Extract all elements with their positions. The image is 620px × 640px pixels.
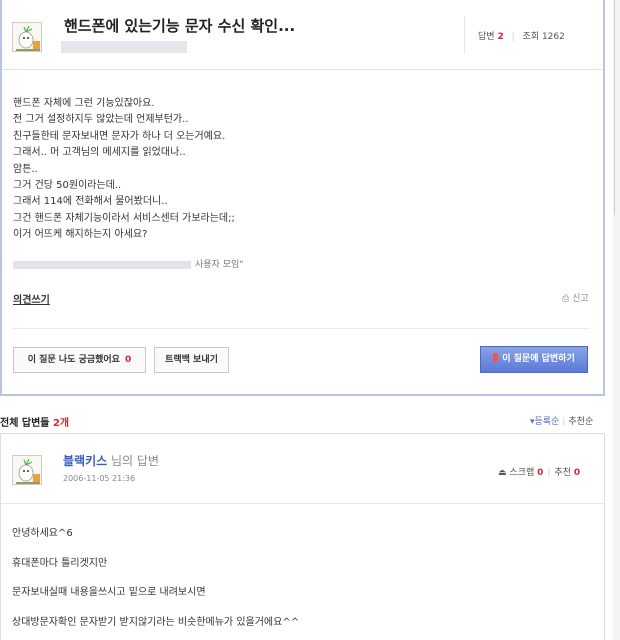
source-suffix: 사용자 모임" bbox=[195, 260, 244, 270]
actions-separator: | bbox=[547, 468, 551, 478]
scrap-button[interactable]: ⏏ 스크랩 0 bbox=[498, 468, 543, 478]
question-line: 그래서 114에 전화해서 물어봤더니.. bbox=[13, 196, 168, 208]
question-category-blurred bbox=[61, 41, 187, 53]
question-line: 암튼.. bbox=[13, 163, 38, 175]
answers-heading: 전체 답변들 2개 bbox=[0, 414, 69, 429]
answer-line: 문자보내실때 내용을쓰시고 밑으로 내려보시면 bbox=[12, 587, 206, 598]
answers-heading-label: 전체 답변들 bbox=[0, 418, 50, 429]
recommend-count: 0 bbox=[573, 468, 581, 478]
curious-count: 0 bbox=[124, 355, 132, 365]
question-line: 그래서.. 머 고객님의 메세지를 읽었대나.. bbox=[13, 147, 186, 159]
curious-too-button[interactable]: 이 질문 나도 궁금했어요 0 bbox=[13, 347, 146, 373]
stats-divider bbox=[464, 16, 465, 54]
recommend-button[interactable]: 추천 0 bbox=[554, 468, 580, 478]
scrap-count: 0 bbox=[537, 468, 544, 478]
question-source: 사용자 모임" bbox=[13, 257, 243, 270]
answers-heading-count: 2개 bbox=[52, 418, 70, 429]
write-opinion-link[interactable]: 의견쓰기 bbox=[13, 291, 50, 306]
answer-button-label: 이 질문에 답변하기 bbox=[502, 354, 575, 364]
scrap-label: 스크랩 bbox=[509, 468, 535, 478]
question-line: 핸드폰 자체에 그런 기능있잖아요. bbox=[13, 98, 155, 109]
answer-date: 2006-11-05 21:36 bbox=[63, 474, 136, 483]
question-body: 핸드폰 자체에 그런 기능있잖아요. 전 그거 설정하지두 않았는데 언제부턴가… bbox=[13, 96, 235, 244]
recommend-label: 추천 bbox=[554, 468, 571, 478]
question-header: 핸드폰에 있는기능 문자 수신 확인... 답변 2 | 조회 1262 bbox=[2, 0, 603, 70]
answer-divider bbox=[1, 503, 604, 504]
question-line: 그거 건당 50원이라는데.. bbox=[13, 180, 122, 192]
question-line: 전 그거 설정하지두 않았는데 언제부턴가.. bbox=[13, 114, 189, 126]
sort-by-recommendation[interactable]: 추천순 bbox=[568, 417, 593, 427]
question-divider bbox=[13, 328, 590, 329]
report-label: 신고 bbox=[572, 294, 589, 304]
answer-line: 상대방문자확인 문자받기 받지않기라는 비슷한메뉴가 있을거에요^^ bbox=[12, 616, 300, 628]
trackback-label: 트랙백 보내기 bbox=[165, 355, 218, 365]
answer-author[interactable]: 블랙키스 bbox=[63, 454, 107, 468]
answer-author-suffix: 님의 답변 bbox=[111, 454, 159, 468]
question-line: 이거 어뜨케 해지하는지 아세요? bbox=[13, 229, 148, 241]
answer-line: 안녕하세요^6 bbox=[12, 528, 73, 539]
answer-line: 휴대폰마다 틀리겟지만 bbox=[12, 557, 108, 569]
pencil-icon bbox=[493, 353, 499, 362]
views-label: 조회 bbox=[522, 32, 540, 42]
right-sidebar-edge bbox=[613, 0, 620, 640]
answer-question-button[interactable]: 이 질문에 답변하기 bbox=[480, 346, 588, 373]
answer-author-line: 블랙키스 님의 답변 bbox=[63, 452, 159, 469]
answers-label: 답변 bbox=[478, 32, 495, 42]
question-line: 그건 핸드폰 자체기능이라서 서비스센터 가보라는데;; bbox=[13, 212, 235, 224]
sort-separator: | bbox=[562, 417, 566, 427]
cartoon-character-icon bbox=[12, 22, 42, 52]
curious-label: 이 질문 나도 궁금했어요 bbox=[27, 355, 120, 365]
stats-separator: | bbox=[511, 32, 515, 42]
scrap-icon: ⏏ bbox=[498, 468, 507, 478]
question-line: 친구들한테 문자보내면 문자가 하나 더 오는거예요. bbox=[13, 130, 226, 142]
source-blurred bbox=[13, 260, 191, 269]
question-panel: 핸드폰에 있는기능 문자 수신 확인... 답변 2 | 조회 1262 핸드폰… bbox=[0, 0, 605, 396]
send-trackback-button[interactable]: 트랙백 보내기 bbox=[154, 347, 229, 373]
answer-body: 안녕하세요^6 휴대폰마다 틀리겟지만 문자보내실때 내용을쓰시고 밑으로 내려… bbox=[12, 524, 299, 640]
report-link[interactable]: ⎙ 신고 bbox=[562, 291, 589, 304]
sort-options: ▾등록순 | 추천순 bbox=[530, 414, 593, 427]
answers-count: 2 bbox=[497, 32, 504, 42]
printer-icon: ⎙ bbox=[562, 294, 570, 304]
question-stats: 답변 2 | 조회 1262 bbox=[478, 29, 565, 42]
answer-panel: 블랙키스 님의 답변 2006-11-05 21:36 ⏏ 스크랩 0 | 추천 0… bbox=[0, 433, 605, 640]
views-count: 1262 bbox=[541, 32, 565, 42]
sort-by-registration[interactable]: ▾등록순 bbox=[530, 417, 559, 427]
question-title: 핸드폰에 있는기능 문자 수신 확인... bbox=[64, 17, 296, 35]
answer-actions: ⏏ 스크랩 0 | 추천 0 bbox=[498, 465, 580, 478]
cartoon-character-icon bbox=[12, 455, 42, 485]
